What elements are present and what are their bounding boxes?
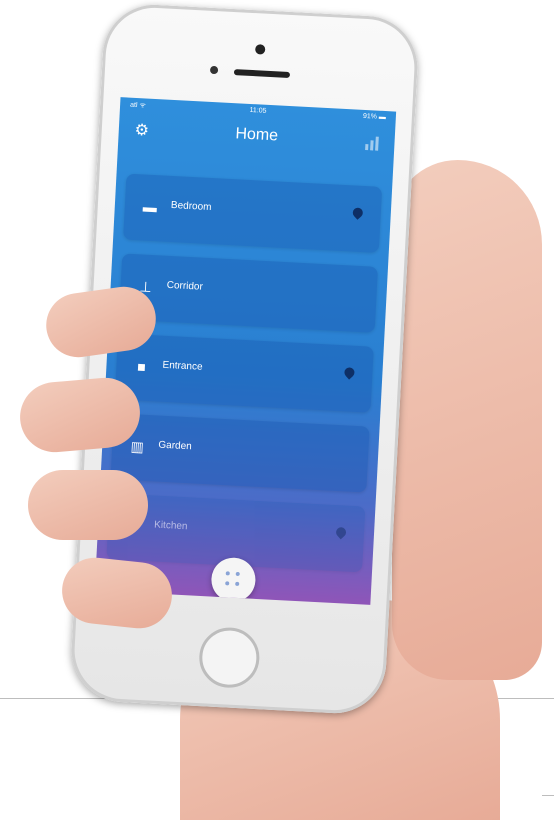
room-label: Corridor [166, 279, 204, 293]
fence-icon: ▥ [130, 438, 145, 455]
room-card-entrance[interactable]: ■ Entrance [114, 333, 374, 413]
room-label: Kitchen [153, 519, 188, 533]
room-card-bedroom[interactable]: ▬ Bedroom [123, 173, 383, 253]
grid-dots-icon [225, 571, 242, 588]
battery-indicator: 91% ▬ [362, 112, 387, 122]
earpiece-speaker [233, 69, 291, 78]
page-corner-rule [542, 795, 554, 796]
location-pin-icon [344, 367, 355, 382]
room-card-corridor[interactable]: ⊥ Corridor [118, 253, 379, 333]
proximity-sensor [209, 65, 219, 75]
hand-palm [392, 160, 542, 680]
room-label: Garden [158, 439, 192, 453]
room-card-garden[interactable]: ▥ Garden [110, 413, 370, 493]
finger-ring [28, 470, 148, 540]
room-label: Entrance [162, 359, 203, 373]
front-camera [254, 44, 266, 55]
location-pin-icon [352, 207, 363, 222]
location-pin-icon [336, 527, 347, 542]
app-screen: atl ᯤ 11:05 91% ▬ ⚙ Home ▬ Bedroom ⊥ Cor… [94, 97, 397, 605]
door-icon: ■ [136, 358, 147, 375]
home-button[interactable] [197, 626, 261, 690]
room-label: Bedroom [170, 199, 212, 214]
bar-chart-icon[interactable] [365, 136, 379, 151]
bed-icon: ▬ [142, 198, 158, 216]
